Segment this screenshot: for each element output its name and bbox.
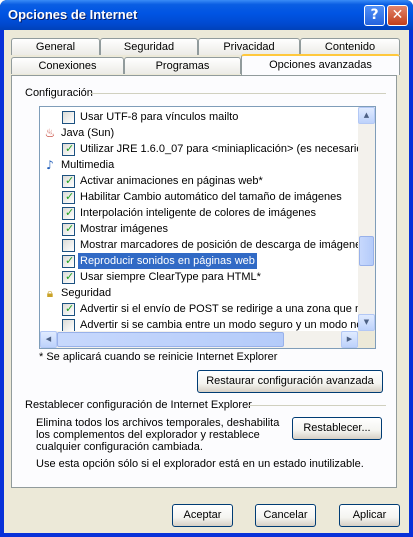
group-label: Java (Sun) bbox=[61, 127, 115, 139]
multimedia-icon: ♪ bbox=[46, 158, 54, 172]
setting-label: Activar animaciones en páginas web* bbox=[80, 175, 263, 187]
checkbox-checked[interactable]: ✓ bbox=[62, 207, 75, 220]
checkbox-checked[interactable]: ✓ bbox=[62, 175, 75, 188]
reset-button[interactable]: Restablecer... bbox=[292, 417, 382, 440]
tab-conexiones[interactable]: Conexiones bbox=[11, 57, 124, 74]
reset-section-divider bbox=[248, 405, 386, 406]
tab-contenido[interactable]: Contenido bbox=[300, 38, 400, 55]
scrollbar-corner bbox=[358, 331, 375, 348]
tab-privacidad[interactable]: Privacidad bbox=[198, 38, 300, 55]
checkbox[interactable] bbox=[62, 239, 75, 252]
tab-seguridad[interactable]: Seguridad bbox=[100, 38, 198, 55]
reset-description: Elimina todos los archivos temporales, d… bbox=[36, 417, 280, 453]
ok-button[interactable]: Aceptar bbox=[172, 504, 233, 527]
setting-label: Usar UTF-8 para vínculos mailto bbox=[80, 111, 239, 123]
setting-label: Advertir si se cambia entre un modo segu… bbox=[80, 319, 358, 331]
lock-icon: 🔒︎ bbox=[46, 286, 54, 300]
checkbox-checked[interactable]: ✓ bbox=[62, 191, 75, 204]
checkbox-checked[interactable]: ✓ bbox=[62, 223, 75, 236]
title-bar[interactable]: Opciones de Internet ? ✕ bbox=[0, 0, 413, 30]
setting-label: Utilizar JRE 1.6.0_07 para <miniaplicaci… bbox=[80, 143, 358, 155]
group-label: Multimedia bbox=[61, 159, 115, 171]
scroll-down-button[interactable]: ▼ bbox=[358, 314, 375, 331]
settings-group-label: Configuración bbox=[25, 87, 93, 99]
close-button[interactable]: ✕ bbox=[387, 5, 408, 26]
checkbox-checked[interactable]: ✓ bbox=[62, 143, 75, 156]
window-title: Opciones de Internet bbox=[8, 7, 138, 22]
tab-opciones-avanzadas[interactable]: Opciones avanzadas bbox=[241, 54, 400, 75]
window-frame-right bbox=[409, 30, 413, 537]
horizontal-scrollbar[interactable]: ◀ ▶ bbox=[40, 331, 358, 348]
setting-label: Interpolación inteligente de colores de … bbox=[80, 207, 317, 219]
horizontal-scroll-thumb[interactable] bbox=[57, 332, 284, 347]
setting-label: Habilitar Cambio automático del tamaño d… bbox=[80, 191, 342, 203]
vertical-scroll-thumb[interactable] bbox=[359, 236, 374, 266]
checkbox-checked[interactable]: ✓ bbox=[62, 255, 75, 268]
reset-hint: Use esta opción sólo si el explorador es… bbox=[36, 458, 364, 470]
setting-label: Mostrar imágenes bbox=[80, 223, 169, 235]
setting-label: Mostrar marcadores de posición de descar… bbox=[80, 239, 358, 251]
group-label: Seguridad bbox=[61, 287, 112, 299]
checkbox[interactable] bbox=[62, 111, 75, 124]
vertical-scrollbar[interactable]: ▲ ▼ bbox=[358, 107, 375, 331]
setting-label: Usar siempre ClearType para HTML* bbox=[80, 271, 261, 283]
tab-general[interactable]: General bbox=[11, 38, 100, 55]
settings-list[interactable]: Usar UTF-8 para vínculos mailto ♨ Java (… bbox=[39, 106, 376, 349]
setting-label-selected: Reproducir sonidos en páginas web bbox=[78, 253, 257, 269]
restore-advanced-button[interactable]: Restaurar configuración avanzada bbox=[197, 370, 383, 393]
window-frame-bottom bbox=[0, 533, 413, 537]
setting-label: Advertir si el envío de POST se redirige… bbox=[80, 303, 358, 315]
checkbox-checked[interactable]: ✓ bbox=[62, 303, 75, 316]
scroll-right-button[interactable]: ▶ bbox=[341, 331, 358, 348]
cancel-button[interactable]: Cancelar bbox=[255, 504, 316, 527]
checkbox-checked[interactable]: ✓ bbox=[62, 271, 75, 284]
scroll-left-button[interactable]: ◀ bbox=[40, 331, 57, 348]
reset-section-label: Restablecer configuración de Internet Ex… bbox=[25, 399, 252, 411]
settings-group-divider bbox=[90, 93, 386, 94]
tab-programas[interactable]: Programas bbox=[124, 57, 241, 74]
java-icon: ♨ bbox=[44, 126, 56, 140]
restart-note: * Se aplicará cuando se reinicie Interne… bbox=[39, 351, 278, 363]
apply-button[interactable]: Aplicar bbox=[339, 504, 400, 527]
help-button[interactable]: ? bbox=[364, 5, 385, 26]
scroll-up-button[interactable]: ▲ bbox=[358, 107, 375, 124]
checkbox[interactable] bbox=[62, 319, 75, 331]
